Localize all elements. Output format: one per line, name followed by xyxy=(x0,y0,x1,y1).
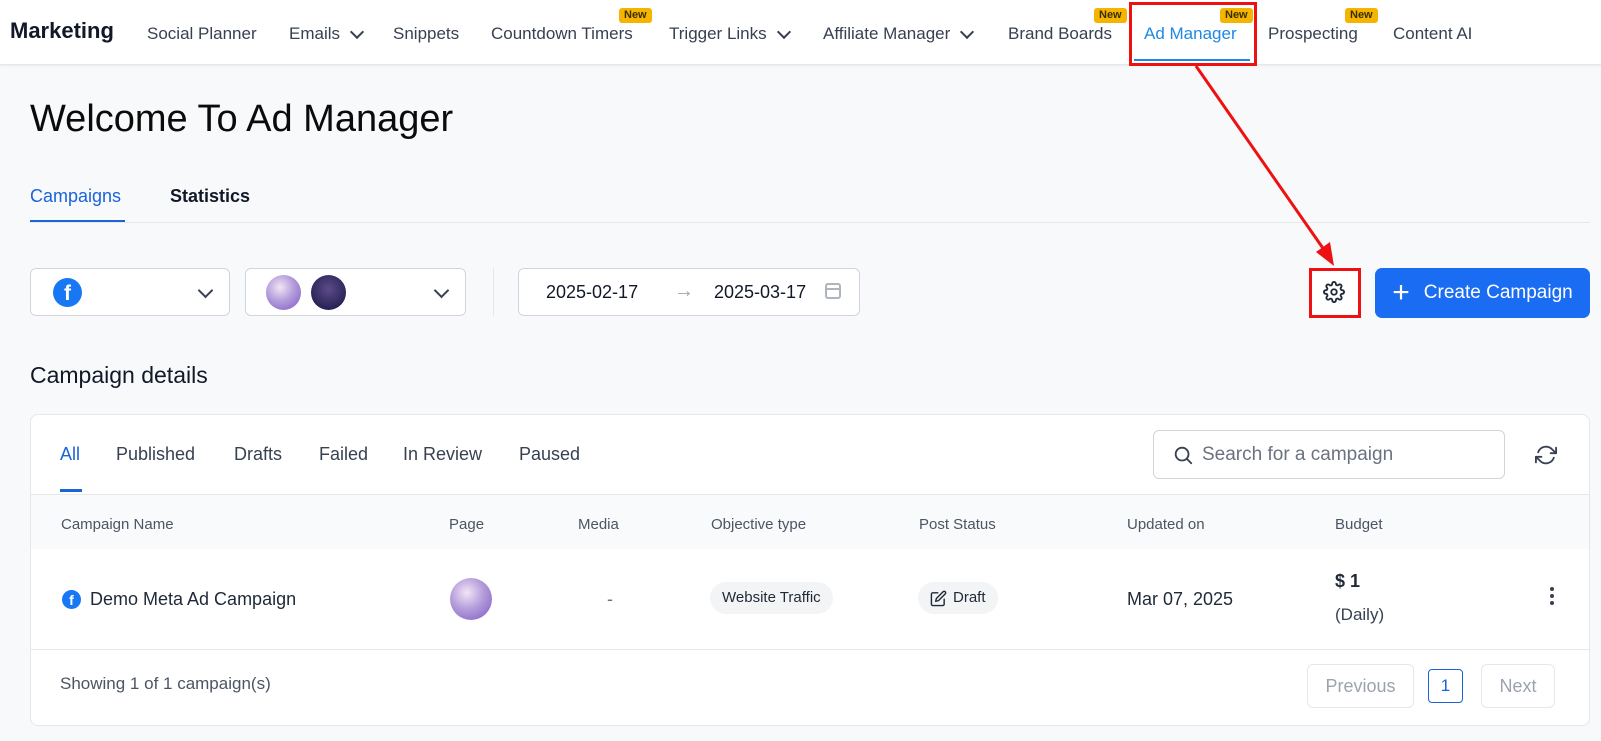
column-header: Media xyxy=(578,516,619,533)
page-title: Welcome To Ad Manager xyxy=(30,98,454,140)
column-header: Page xyxy=(449,516,485,533)
more-options-icon[interactable] xyxy=(1550,587,1556,608)
date-range-picker[interactable]: 2025-02-17 → 2025-03-17 xyxy=(518,268,860,316)
search-icon xyxy=(1174,446,1193,465)
new-badge: New xyxy=(1094,8,1127,23)
column-header: Updated on xyxy=(1127,516,1205,533)
chevron-down-icon xyxy=(197,282,214,299)
date-end[interactable]: 2025-03-17 xyxy=(714,282,806,303)
media-cell: - xyxy=(607,589,613,609)
active-status-underline xyxy=(60,489,82,492)
pagination-summary: Showing 1 of 1 campaign(s) xyxy=(60,674,271,693)
active-tab-underline xyxy=(30,220,125,222)
column-header: Budget xyxy=(1335,516,1383,533)
previous-button[interactable]: Previous xyxy=(1307,664,1414,708)
nav-snippets[interactable]: Snippets xyxy=(393,24,459,44)
nav-prospecting[interactable]: Prospecting xyxy=(1268,24,1358,44)
chevron-down-icon xyxy=(776,24,791,39)
updated-on: Mar 07, 2025 xyxy=(1127,589,1234,609)
nav-affiliate-manager[interactable]: Affiliate Manager xyxy=(823,24,975,44)
status-badge: Draft xyxy=(918,582,998,614)
new-badge: New xyxy=(619,8,652,23)
highlight-box-ad-manager xyxy=(1129,2,1257,66)
facebook-icon: f xyxy=(53,278,82,307)
table-header: Campaign Name Page Media Objective type … xyxy=(31,494,1589,551)
edit-icon xyxy=(930,590,947,606)
page-avatar xyxy=(266,275,301,310)
highlight-box-settings xyxy=(1309,268,1361,318)
status-tab-published[interactable]: Published xyxy=(116,444,195,465)
nav-brand-boards[interactable]: Brand Boards xyxy=(1008,24,1112,44)
nav-social-planner[interactable]: Social Planner xyxy=(147,24,257,44)
nav-countdown-timers[interactable]: Countdown Timers xyxy=(491,24,633,44)
section-title: Campaign details xyxy=(30,362,208,388)
chevron-down-icon xyxy=(349,24,365,39)
top-navigation: Marketing Social Planner Emails Snippets… xyxy=(0,0,1601,65)
facebook-icon: f xyxy=(62,590,81,609)
page-avatar xyxy=(450,578,492,620)
page-avatar xyxy=(311,275,346,310)
column-header: Objective type xyxy=(711,516,807,533)
chevron-down-icon xyxy=(960,24,975,39)
status-tab-drafts[interactable]: Drafts xyxy=(234,444,282,465)
nav-emails[interactable]: Emails xyxy=(289,24,365,44)
budget-amount: $ 1 xyxy=(1335,571,1361,591)
search-input[interactable] xyxy=(1200,440,1494,470)
next-button[interactable]: Next xyxy=(1481,664,1555,708)
arrow-right-icon: → xyxy=(674,280,694,302)
page-account-select[interactable] xyxy=(245,268,466,316)
column-header: Post Status xyxy=(919,516,996,533)
budget-period: (Daily) xyxy=(1335,605,1385,624)
refresh-button[interactable] xyxy=(1532,441,1560,469)
plus-icon: + xyxy=(1392,276,1410,309)
calendar-icon xyxy=(825,283,841,299)
new-badge: New xyxy=(1345,8,1378,23)
date-start[interactable]: 2025-02-17 xyxy=(546,282,638,303)
nav-content-ai[interactable]: Content AI xyxy=(1393,24,1472,44)
tabs-divider xyxy=(30,222,1590,223)
app-brand: Marketing xyxy=(10,18,114,43)
filter-divider xyxy=(493,268,494,316)
create-campaign-button[interactable]: + Create Campaign xyxy=(1375,268,1590,318)
search-box[interactable] xyxy=(1153,430,1505,479)
tab-statistics[interactable]: Statistics xyxy=(170,186,250,207)
table-row[interactable]: f Demo Meta Ad Campaign - Website Traffi… xyxy=(31,549,1589,650)
status-tab-paused[interactable]: Paused xyxy=(519,444,580,465)
platform-select[interactable]: f xyxy=(30,268,230,316)
page-number-button[interactable]: 1 xyxy=(1428,669,1463,703)
nav-trigger-links[interactable]: Trigger Links xyxy=(669,24,791,44)
column-header: Campaign Name xyxy=(61,516,174,533)
chevron-down-icon xyxy=(433,282,450,299)
tab-campaigns[interactable]: Campaigns xyxy=(30,186,121,207)
status-tab-failed[interactable]: Failed xyxy=(319,444,368,465)
refresh-icon xyxy=(1535,445,1557,465)
status-tab-in-review[interactable]: In Review xyxy=(403,444,482,465)
campaign-name[interactable]: Demo Meta Ad Campaign xyxy=(90,589,296,610)
objective-pill: Website Traffic xyxy=(710,582,833,614)
status-tab-all[interactable]: All xyxy=(60,444,80,465)
